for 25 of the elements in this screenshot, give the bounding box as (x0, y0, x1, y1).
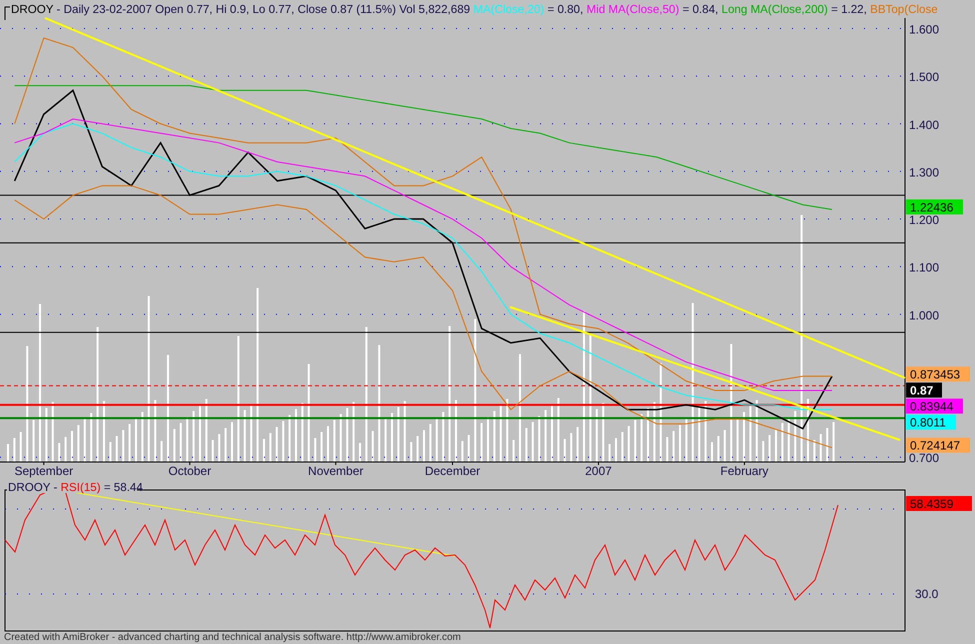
date-axis-label: September (14, 464, 74, 478)
date-axis-label: 2007 (585, 464, 612, 478)
price-axis-label: 1.400 (909, 118, 940, 132)
price-value-label: 0.83944 (906, 398, 963, 414)
price-value-label: 0.873453 (906, 366, 970, 382)
price-value-label: 1.22436 (906, 199, 963, 214)
price-value-label: 0.8011 (906, 414, 956, 430)
chart-header: DROOY - Daily 23-02-2007 Open 0.77, Hi 0.9, Lo 0.77, Close 0.87 (11.5%) Vol 5,822,689 MA(Close,20) = 0.80, Mid MA(Close,50) = 0.84, Long MA(Close,200) = 1.22, BBTop(Close (11, 3, 938, 16)
rsi-axis-label: 30.0 (915, 587, 938, 601)
date-axis-label: February (720, 464, 768, 478)
price-axis-label: 1.600 (909, 22, 940, 36)
price-axis-label: 1.200 (909, 213, 940, 228)
date-axis-label: October (168, 464, 212, 478)
price-value-label: 0.724147 (906, 438, 970, 453)
rsi-value-label: 58.4359 (906, 496, 972, 511)
footer-text: Created with AmiBroker - advanced charting and technical analysis software. http://www.amibroker.com (3, 632, 462, 644)
price-axis-label: 1.300 (909, 165, 940, 180)
date-axis-label: November (308, 464, 364, 478)
price-axis-label: 1.000 (909, 308, 940, 322)
price-axis-label: 0.700 (909, 451, 940, 466)
rsi-header: DROOY - RSI(15) = 58.44 (8, 481, 143, 494)
price-value-label: 0.87 (906, 382, 942, 398)
price-axis-label: 1.100 (909, 260, 940, 275)
price-axis-label: 1.500 (909, 70, 940, 84)
date-axis-label: December (424, 464, 480, 478)
